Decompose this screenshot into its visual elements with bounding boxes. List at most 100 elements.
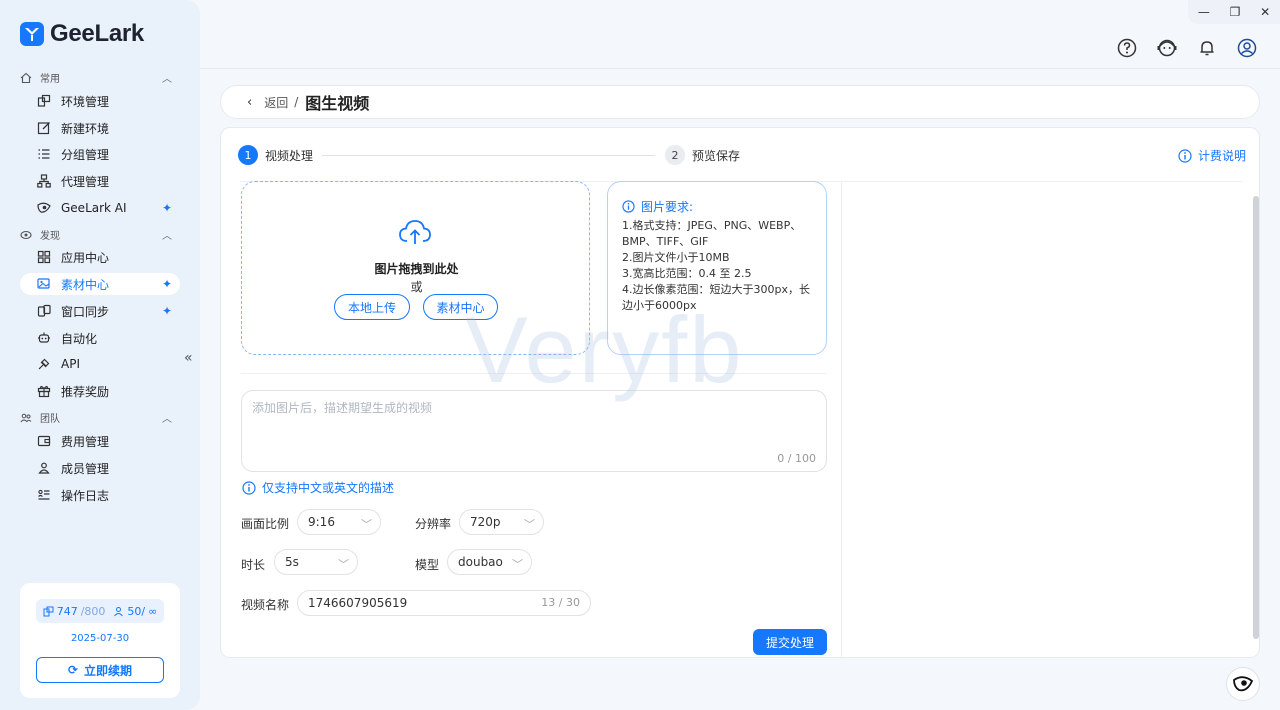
requirement-line: 4.边长像素范围：短边大于300px，长边小于6000px <box>622 283 810 312</box>
edit-icon <box>37 121 51 135</box>
chevron-down-icon: ﹀ <box>361 518 372 531</box>
main-panel: 1 视频处理 2 预览保存 计费说明 图片拖拽到此处 或 本地上传 素材中心 图… <box>220 127 1260 659</box>
back-link[interactable]: 返回 <box>264 94 288 111</box>
dropzone-title: 图片拖拽到此处 <box>374 262 459 276</box>
dropzone-or: 或 <box>410 280 423 294</box>
home-icon <box>20 72 32 84</box>
requirements-list: 1.格式支持：JPEG、PNG、WEBP、BMP、TIFF、GIF 2.图片文件… <box>622 218 818 314</box>
team-icon <box>20 412 32 424</box>
sidebar-item-app-center[interactable]: 应用中心 <box>20 246 180 268</box>
gift-icon <box>37 384 51 398</box>
video-name-counter: 13 / 30 <box>541 596 580 609</box>
model-label: 模型 <box>415 558 440 572</box>
sidebar-item-referral[interactable]: 推荐奖励 <box>20 380 180 402</box>
requirement-line: 2.图片文件小于10MB <box>622 251 730 264</box>
sidebar-item-billing[interactable]: 费用管理 <box>20 430 180 452</box>
step-connector <box>322 155 655 156</box>
robot-icon <box>37 331 51 345</box>
assistant-button[interactable] <box>1226 667 1260 701</box>
sidebar-item-logs[interactable]: 操作日志 <box>20 484 180 506</box>
chevron-down-icon: ﹀ <box>524 518 535 531</box>
chevron-down-icon: ﹀ <box>512 558 523 571</box>
proxy-icon <box>37 174 51 188</box>
support-icon[interactable] <box>1156 37 1178 59</box>
quota-row: 747/800 50/∞ <box>36 599 164 623</box>
step-1-label: 视频处理 <box>265 149 314 163</box>
environment-icon <box>37 94 51 108</box>
collapse-sidebar-icon[interactable]: « <box>184 350 193 366</box>
chevron-up-icon: ︿ <box>162 74 172 85</box>
topbar-divider <box>200 68 1280 69</box>
chevron-up-icon: ︿ <box>162 231 172 242</box>
preview-divider <box>841 181 842 659</box>
info-icon <box>242 480 256 495</box>
new-badge-icon: ✦ <box>161 304 172 318</box>
duration-label: 时长 <box>241 558 266 572</box>
ai-icon <box>37 201 51 215</box>
close-icon[interactable]: ✕ <box>1260 5 1270 19</box>
step-1-circle: 1 <box>238 145 258 165</box>
refresh-icon: ⟳ <box>67 663 79 677</box>
minimize-icon[interactable]: — <box>1198 5 1210 19</box>
section-divider <box>241 373 827 374</box>
window-controls: — ❐ ✕ <box>1188 0 1280 24</box>
new-badge-icon: ✦ <box>161 277 172 291</box>
page-title: 图生视频 <box>305 94 370 113</box>
local-upload-button[interactable]: 本地上传 <box>334 294 410 320</box>
chevron-up-icon: ︿ <box>162 414 172 425</box>
apps-icon <box>37 250 51 264</box>
member-icon <box>114 606 124 616</box>
sidebar-item-automation[interactable]: 自动化 <box>20 327 180 349</box>
sidebar-item-material-center[interactable]: 素材中心 ✦ <box>20 273 180 295</box>
image-icon <box>37 277 51 291</box>
discover-icon <box>20 229 32 241</box>
restore-icon[interactable]: ❐ <box>1230 5 1241 19</box>
info-icon <box>622 200 635 213</box>
video-name-label: 视频名称 <box>241 598 290 612</box>
requirement-line: 1.格式支持：JPEG、PNG、WEBP、BMP、TIFF、GIF <box>622 219 802 248</box>
renew-button[interactable]: ⟳ 立即续期 <box>36 657 164 683</box>
list-icon <box>37 147 51 161</box>
sidebar-item-members[interactable]: 成员管理 <box>20 457 180 479</box>
model-select[interactable]: doubao ﹀ <box>447 549 532 575</box>
cloud-upload-icon <box>398 218 432 249</box>
app-logo[interactable]: GeeLark <box>20 20 144 48</box>
breadcrumb-separator: / <box>294 95 299 109</box>
aspect-ratio-label: 画面比例 <box>241 517 290 531</box>
resolution-select[interactable]: 720p ﹀ <box>459 509 544 535</box>
sidebar-item-proxy[interactable]: 代理管理 <box>20 170 180 192</box>
sidebar-item-window-sync[interactable]: 窗口同步 ✦ <box>20 300 180 322</box>
section-discover[interactable]: 发现 ︿ <box>20 227 172 242</box>
requirement-line: 3.宽高比范围：0.4 至 2.5 <box>622 267 752 280</box>
app-name: GeeLark <box>50 20 144 47</box>
bell-icon[interactable] <box>1196 37 1218 59</box>
description-counter: 0 / 100 <box>777 452 816 465</box>
section-team[interactable]: 团队 ︿ <box>20 410 172 425</box>
aspect-ratio-select[interactable]: 9:16 ﹀ <box>297 509 381 535</box>
wallet-icon <box>37 434 51 448</box>
help-icon[interactable] <box>1116 37 1138 59</box>
sync-icon <box>37 304 51 318</box>
breadcrumb: ‹ 返回 / 图生视频 <box>220 85 1260 119</box>
scrollbar[interactable] <box>1253 196 1259 639</box>
image-dropzone[interactable]: 图片拖拽到此处 或 本地上传 素材中心 <box>241 181 590 355</box>
new-badge-icon: ✦ <box>161 201 172 215</box>
sidebar-item-geelark-ai[interactable]: GeeLark AI ✦ <box>20 197 180 219</box>
devices-icon <box>43 606 54 616</box>
description-textarea[interactable]: 添加图片后，描述期望生成的视频 0 / 100 <box>241 390 827 472</box>
section-common[interactable]: 常用 ︿ <box>20 70 172 85</box>
material-center-button[interactable]: 素材中心 <box>423 294 498 320</box>
steps-indicator: 1 视频处理 2 预览保存 计费说明 <box>238 145 1246 165</box>
profile-icon[interactable] <box>1236 37 1258 59</box>
duration-select[interactable]: 5s ﹀ <box>274 549 358 575</box>
sidebar-item-groups[interactable]: 分组管理 <box>20 143 180 165</box>
video-name-input[interactable]: 1746607905619 13 / 30 <box>297 590 591 616</box>
user-icon <box>37 461 51 475</box>
sidebar-item-environment[interactable]: 环境管理 <box>20 90 180 112</box>
submit-button[interactable]: 提交处理 <box>753 629 827 655</box>
chevron-left-icon[interactable]: ‹ <box>247 95 252 110</box>
sidebar-item-new-environment[interactable]: 新建环境 <box>20 117 180 139</box>
info-icon <box>1178 148 1192 163</box>
sidebar-item-api[interactable]: API <box>20 353 180 375</box>
billing-info-link[interactable]: 计费说明 <box>1178 147 1246 164</box>
